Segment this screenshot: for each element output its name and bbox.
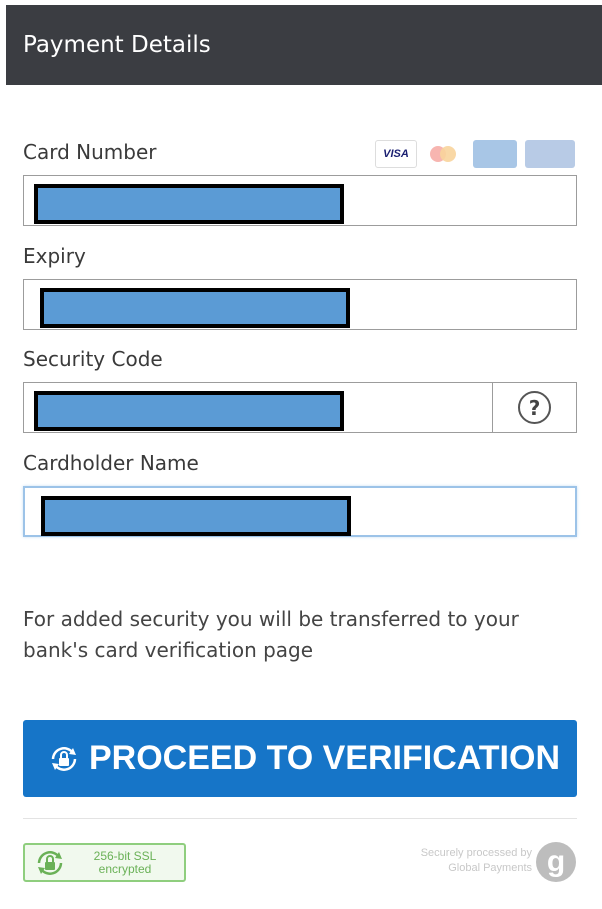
- accepted-cards: VISA: [375, 140, 575, 168]
- page-header: Payment Details: [6, 5, 602, 85]
- secured-line-2: Global Payments: [448, 862, 532, 874]
- visa-logo: VISA: [375, 140, 417, 168]
- footer-divider: [23, 818, 577, 819]
- redacted-value: [40, 288, 350, 328]
- amex-logo: [473, 140, 517, 168]
- global-payments-logo: g: [536, 842, 576, 882]
- cardholder-name-input[interactable]: [23, 486, 577, 537]
- ssl-line-2: encrypted: [98, 861, 152, 876]
- cardholder-name-label: Cardholder Name: [23, 451, 199, 475]
- expiry-label: Expiry: [23, 244, 86, 268]
- redacted-value: [34, 184, 344, 224]
- proceed-button-label: PROCEED TO VERIFICATION: [89, 739, 561, 777]
- security-notice: For added security you will be transferr…: [23, 607, 519, 662]
- ssl-badge-text: 256-bit SSL encrypted: [66, 848, 184, 876]
- expiry-input[interactable]: [23, 279, 577, 330]
- security-code-help-button[interactable]: ?: [492, 383, 576, 432]
- card-number-label: Card Number: [23, 140, 157, 164]
- ssl-badge: 256-bit SSL encrypted: [23, 843, 186, 882]
- ssl-lock-icon: [34, 847, 66, 879]
- mastercard-logo: [425, 140, 465, 168]
- ssl-line-1: 256-bit SSL: [93, 848, 157, 863]
- security-code-label: Security Code: [23, 347, 163, 371]
- redacted-value: [41, 496, 351, 536]
- security-code-input[interactable]: ?: [23, 382, 577, 433]
- card-number-input[interactable]: [23, 175, 577, 226]
- page-title: Payment Details: [23, 32, 211, 58]
- question-icon: ?: [518, 391, 551, 424]
- secured-line-1: Securely processed by: [420, 847, 532, 859]
- secured-by-text: Securely processed by Global Payments: [421, 846, 532, 876]
- redacted-value: [34, 391, 344, 431]
- maestro-logo: [525, 140, 575, 168]
- secure-lock-icon: [49, 744, 79, 774]
- proceed-to-verification-button[interactable]: PROCEED TO VERIFICATION: [23, 720, 577, 797]
